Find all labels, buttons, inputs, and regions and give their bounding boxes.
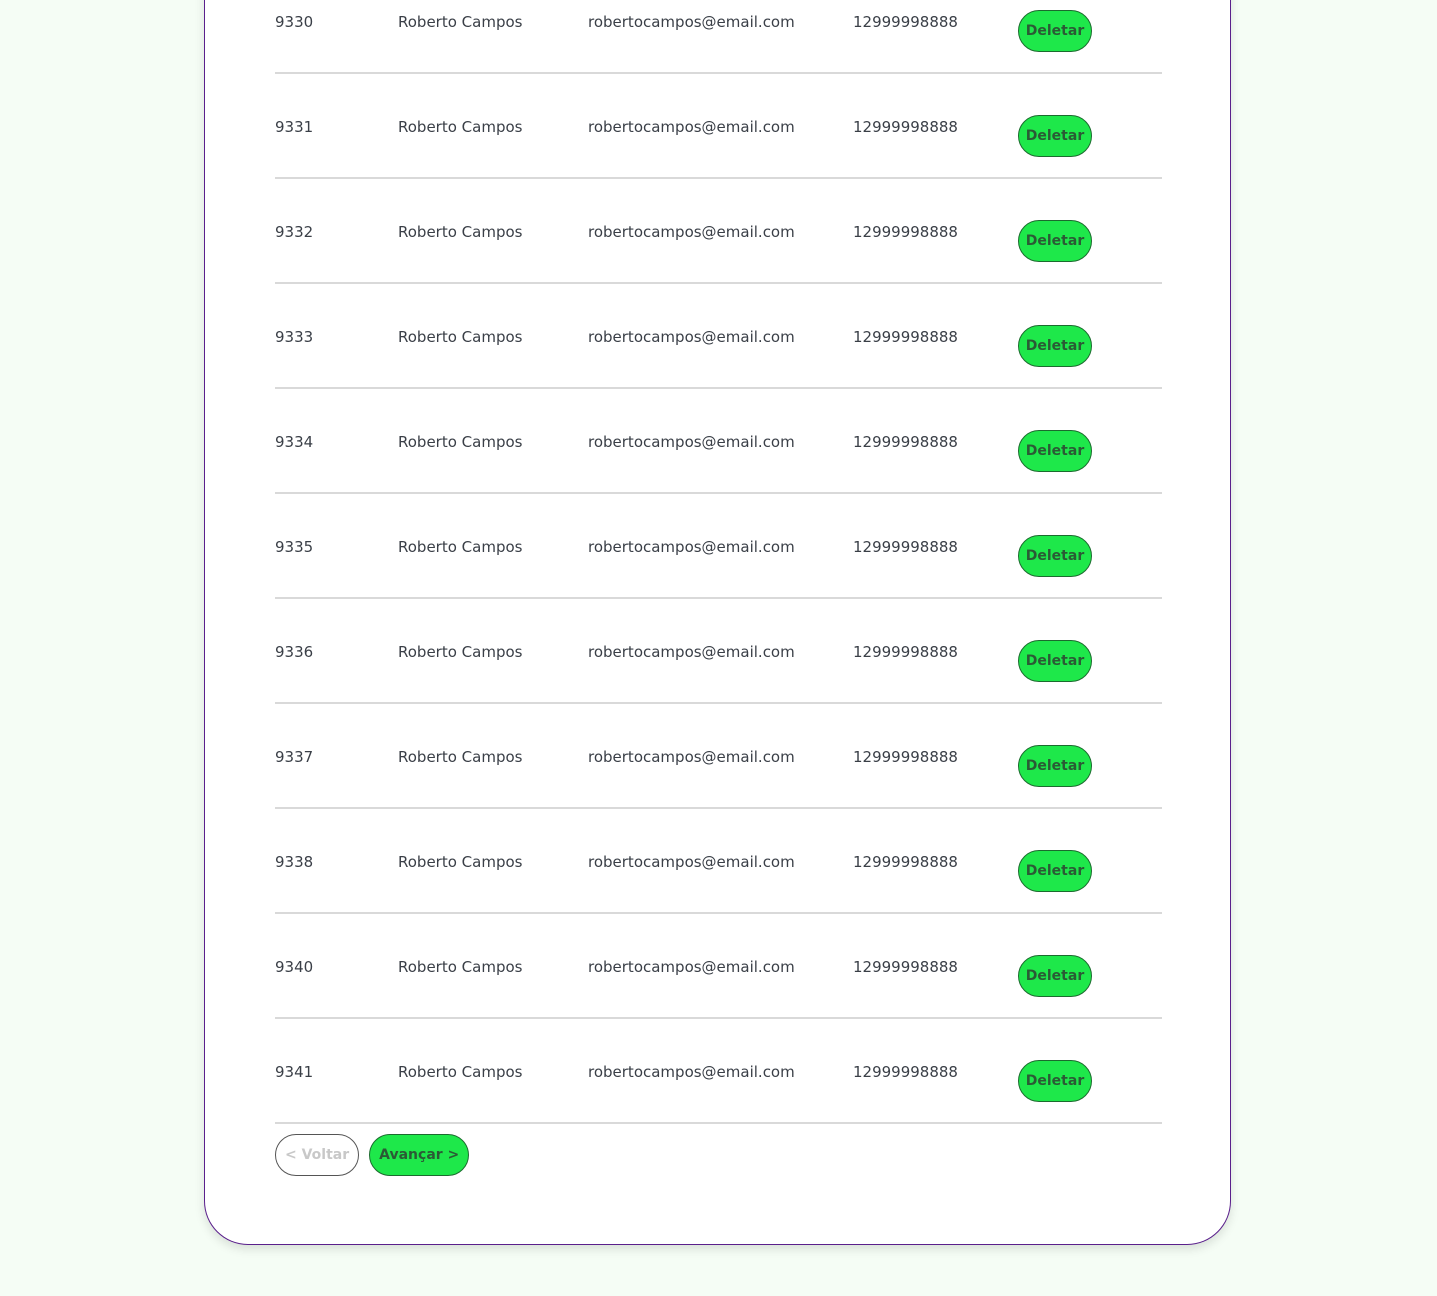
row-id: 9338 [275,853,314,871]
row-id: 9331 [275,118,314,136]
row-name: Roberto Campos [398,538,523,556]
row-email: robertocampos@email.com [588,433,795,451]
users-table: 9330 Roberto Campos robertocampos@email.… [275,0,1162,1124]
row-phone: 12999998888 [853,748,958,766]
row-phone: 12999998888 [853,118,958,136]
delete-button[interactable]: Deletar [1018,325,1092,367]
row-email: robertocampos@email.com [588,748,795,766]
row-email: robertocampos@email.com [588,118,795,136]
next-page-button[interactable]: Avançar > [369,1134,470,1176]
table-row: 9334 Roberto Campos robertocampos@email.… [275,389,1162,494]
row-name: Roberto Campos [398,328,523,346]
table-row: 9331 Roberto Campos robertocampos@email.… [275,74,1162,179]
delete-button[interactable]: Deletar [1018,220,1092,262]
row-name: Roberto Campos [398,643,523,661]
row-id: 9334 [275,433,314,451]
table-row: 9340 Roberto Campos robertocampos@email.… [275,914,1162,1019]
table-row: 9338 Roberto Campos robertocampos@email.… [275,809,1162,914]
row-phone: 12999998888 [853,328,958,346]
row-email: robertocampos@email.com [588,853,795,871]
row-email: robertocampos@email.com [588,13,795,31]
row-name: Roberto Campos [398,1063,523,1081]
table-row: 9332 Roberto Campos robertocampos@email.… [275,179,1162,284]
row-id: 9340 [275,958,314,976]
row-name: Roberto Campos [398,433,523,451]
row-id: 9333 [275,328,314,346]
row-email: robertocampos@email.com [588,1063,795,1081]
delete-button[interactable]: Deletar [1018,115,1092,157]
row-phone: 12999998888 [853,1063,958,1081]
prev-page-button[interactable]: < Voltar [275,1134,360,1176]
table-row: 9336 Roberto Campos robertocampos@email.… [275,599,1162,704]
row-email: robertocampos@email.com [588,538,795,556]
row-phone: 12999998888 [853,433,958,451]
row-id: 9335 [275,538,314,556]
row-email: robertocampos@email.com [588,643,795,661]
row-phone: 12999998888 [853,13,958,31]
row-email: robertocampos@email.com [588,223,795,241]
table-row: 9330 Roberto Campos robertocampos@email.… [275,0,1162,74]
row-email: robertocampos@email.com [588,958,795,976]
row-name: Roberto Campos [398,958,523,976]
row-email: robertocampos@email.com [588,328,795,346]
row-name: Roberto Campos [398,118,523,136]
pagination: < Voltar Avançar > [275,1134,470,1176]
delete-button[interactable]: Deletar [1018,10,1092,52]
delete-button[interactable]: Deletar [1018,850,1092,892]
row-id: 9337 [275,748,314,766]
table-row: 9335 Roberto Campos robertocampos@email.… [275,494,1162,599]
table-row: 9337 Roberto Campos robertocampos@email.… [275,704,1162,809]
delete-button[interactable]: Deletar [1018,535,1092,577]
row-name: Roberto Campos [398,13,523,31]
row-id: 9341 [275,1063,314,1081]
row-phone: 12999998888 [853,958,958,976]
delete-button[interactable]: Deletar [1018,955,1092,997]
row-id: 9336 [275,643,314,661]
row-phone: 12999998888 [853,853,958,871]
delete-button[interactable]: Deletar [1018,640,1092,682]
delete-button[interactable]: Deletar [1018,745,1092,787]
row-id: 9332 [275,223,314,241]
row-name: Roberto Campos [398,223,523,241]
table-row: 9333 Roberto Campos robertocampos@email.… [275,284,1162,389]
row-name: Roberto Campos [398,853,523,871]
row-phone: 12999998888 [853,643,958,661]
row-phone: 12999998888 [853,538,958,556]
table-row: 9341 Roberto Campos robertocampos@email.… [275,1019,1162,1124]
delete-button[interactable]: Deletar [1018,430,1092,472]
row-name: Roberto Campos [398,748,523,766]
row-phone: 12999998888 [853,223,958,241]
delete-button[interactable]: Deletar [1018,1060,1092,1102]
row-id: 9330 [275,13,314,31]
